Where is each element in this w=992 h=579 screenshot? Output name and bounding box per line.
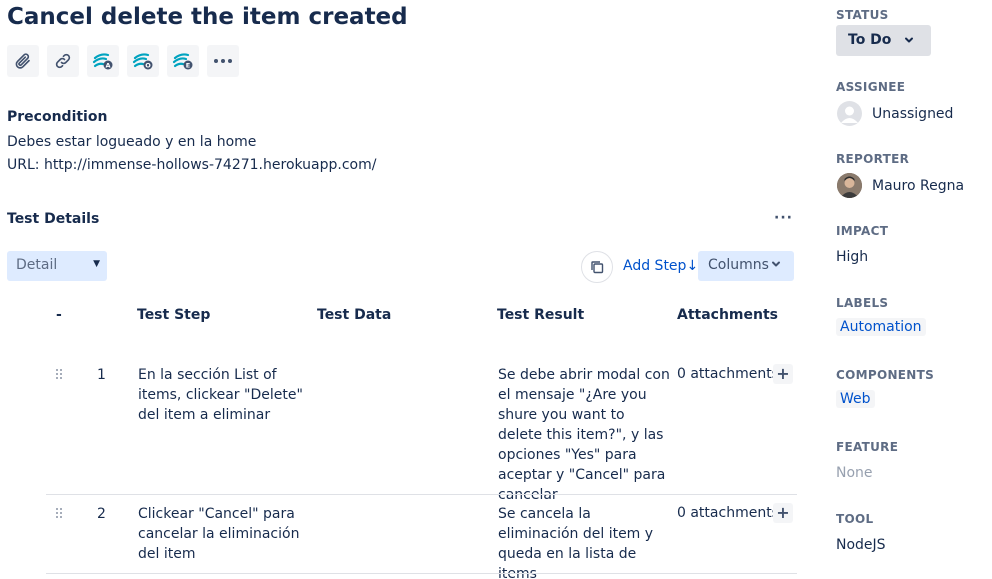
link-issue-button[interactable] xyxy=(47,45,79,77)
columns-label: Columns xyxy=(708,257,769,273)
caret-down-icon: ▼ xyxy=(93,259,100,269)
drag-handle-icon[interactable] xyxy=(56,369,64,381)
view-select-value: Detail xyxy=(16,257,58,273)
impact-value[interactable]: High xyxy=(836,249,868,265)
xray-e-icon: E xyxy=(172,53,193,70)
tool-label: TOOL xyxy=(836,512,874,526)
drag-handle-icon[interactable] xyxy=(56,508,64,520)
more-actions-button[interactable] xyxy=(207,45,239,77)
attach-button[interactable] xyxy=(7,45,39,77)
svg-text:O: O xyxy=(145,62,151,70)
assignee-label: ASSIGNEE xyxy=(836,80,906,94)
clone-steps-button[interactable] xyxy=(581,251,613,283)
columns-button[interactable]: Columns xyxy=(698,251,794,281)
chevron-down-icon xyxy=(905,37,913,43)
step-result[interactable]: Se debe abrir modal con el mensaje "¿Are… xyxy=(498,365,670,505)
xray-e-button[interactable]: E xyxy=(167,45,199,77)
add-step-button[interactable]: Add Step↓ xyxy=(623,258,698,274)
column-header-attachments: Attachments xyxy=(677,307,779,323)
tool-value[interactable]: NodeJS xyxy=(836,537,886,553)
arrow-down-icon: ↓ xyxy=(686,258,699,274)
component-tag[interactable]: Web xyxy=(836,390,875,408)
assignee-value[interactable]: Unassigned xyxy=(872,106,953,122)
paperclip-icon xyxy=(15,53,30,69)
add-attachment-button[interactable]: + xyxy=(773,364,793,384)
column-header-step: Test Step xyxy=(137,307,211,323)
column-header-data: Test Data xyxy=(317,307,392,323)
step-index: 1 xyxy=(97,367,106,383)
more-icon xyxy=(214,59,232,63)
xray-o-icon: O xyxy=(132,53,153,70)
svg-text:E: E xyxy=(186,62,190,70)
plus-icon: + xyxy=(776,503,790,522)
precondition-line: URL: http://immense-hollows-74271.heroku… xyxy=(7,157,377,173)
feature-label: FEATURE xyxy=(836,440,899,454)
step-index: 2 xyxy=(97,506,106,522)
row-divider xyxy=(46,573,797,574)
reporter-avatar xyxy=(837,173,862,198)
issue-title: Cancel delete the item created xyxy=(7,4,408,30)
issue-toolbar: A O E xyxy=(7,45,239,77)
step-attachments-count: 0 attachments xyxy=(677,366,779,382)
status-value: To Do xyxy=(848,32,892,48)
test-details-more-button[interactable]: ··· xyxy=(774,210,793,226)
labels-label: LABELS xyxy=(836,296,889,310)
components-label: COMPONENTS xyxy=(836,368,935,382)
column-header-result: Test Result xyxy=(497,307,585,323)
precondition-body: Debes estar logueado y en la home URL: h… xyxy=(7,131,376,177)
reporter-label: REPORTER xyxy=(836,152,910,166)
reporter-value[interactable]: Mauro Regna xyxy=(872,178,964,194)
test-details-heading: Test Details xyxy=(7,211,100,227)
status-dropdown[interactable]: To Do xyxy=(836,25,931,56)
step-result[interactable]: Se cancela la eliminación del item y que… xyxy=(498,504,670,579)
link-icon xyxy=(55,53,71,69)
row-divider xyxy=(46,494,797,495)
chevron-down-icon xyxy=(772,261,780,267)
svg-text:A: A xyxy=(105,62,110,70)
unassigned-avatar-icon xyxy=(837,101,862,126)
label-tag[interactable]: Automation xyxy=(836,318,926,336)
add-attachment-button[interactable]: + xyxy=(773,503,793,523)
xray-o-button[interactable]: O xyxy=(127,45,159,77)
view-select[interactable]: Detail ▼ xyxy=(7,251,107,281)
status-label: STATUS xyxy=(836,8,889,22)
plus-icon: + xyxy=(776,364,790,383)
precondition-line: Debes estar logueado y en la home xyxy=(7,134,257,150)
step-action[interactable]: En la sección List of items, clickear "D… xyxy=(138,365,310,425)
step-action[interactable]: Clickear "Cancel" para cancelar la elimi… xyxy=(138,504,310,564)
step-attachments-count: 0 attachments xyxy=(677,505,779,521)
feature-value[interactable]: None xyxy=(836,465,873,481)
add-step-label: Add Step xyxy=(623,258,687,274)
xray-a-button[interactable]: A xyxy=(87,45,119,77)
xray-a-icon: A xyxy=(92,53,113,70)
column-header-index: - xyxy=(56,307,62,323)
copy-icon xyxy=(591,261,604,274)
precondition-heading: Precondition xyxy=(7,109,108,125)
impact-label: IMPACT xyxy=(836,224,889,238)
